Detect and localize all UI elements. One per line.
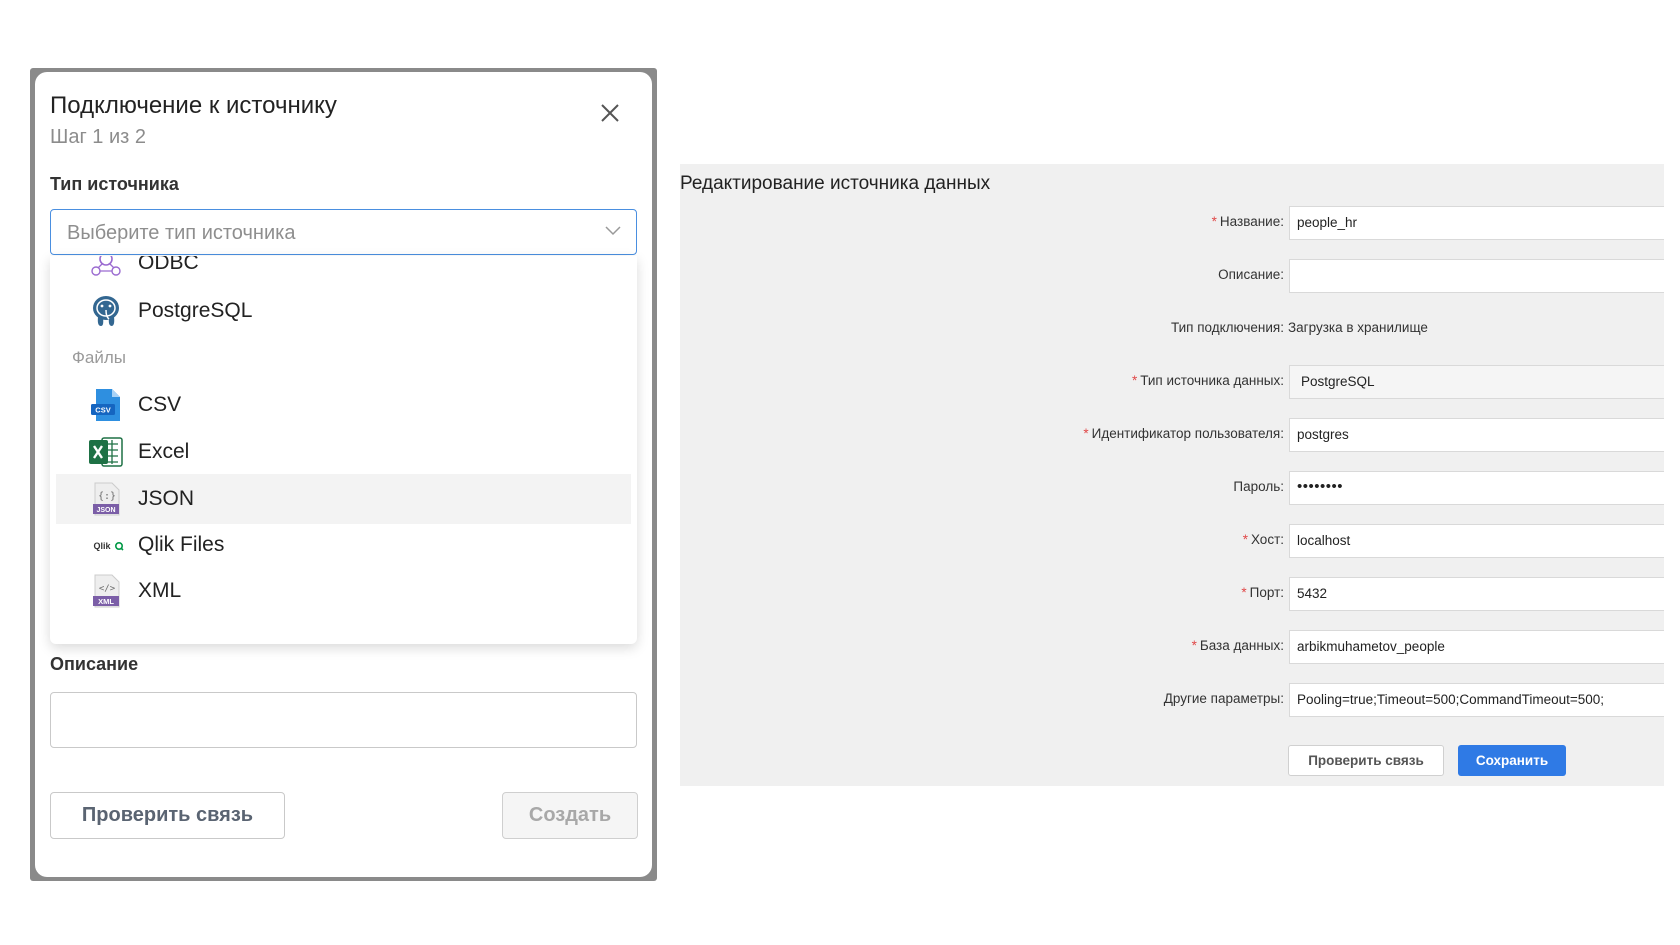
field-row-other-params: Другие параметры: Pooling=true;Timeout=5…	[680, 683, 1664, 717]
field-label: * Идентификатор пользователя:	[1083, 426, 1284, 441]
dropdown-item-odbc[interactable]: ODBC	[56, 256, 631, 288]
source-type-field[interactable]: PostgreSQL	[1289, 365, 1664, 399]
svg-text:Qlik: Qlik	[93, 541, 111, 551]
check-connection-button[interactable]: Проверить связь	[50, 792, 285, 839]
close-icon[interactable]	[595, 98, 625, 128]
dropdown-item-label: JSON	[138, 487, 195, 510]
field-row-database: * База данных: arbikmuhametov_people	[680, 630, 1664, 664]
field-label: * Тип источника данных:	[1131, 373, 1284, 388]
check-connection-button[interactable]: Проверить связь	[1288, 745, 1444, 776]
dropdown-item-label: XML	[138, 579, 182, 602]
dropdown-item-label: Qlik Files	[138, 533, 225, 556]
dialog-title: Подключение к источнику	[50, 92, 337, 119]
password-input[interactable]: ••••••••	[1289, 471, 1664, 505]
field-label: * Название:	[1211, 214, 1284, 229]
dropdown-item-csv[interactable]: CSV CSV	[56, 380, 631, 430]
create-button[interactable]: Создать	[502, 792, 638, 839]
json-file-icon: {:} JSON	[88, 481, 124, 517]
xml-file-icon: </> XML	[88, 573, 124, 609]
field-label: * Порт:	[1241, 585, 1284, 600]
field-label: * База данных:	[1191, 638, 1284, 653]
edit-datasource-panel: Редактирование источника данных * Названи…	[680, 164, 1664, 786]
field-row-user-id: * Идентификатор пользователя: postgres	[680, 418, 1664, 452]
field-label: * Хост:	[1242, 532, 1284, 547]
dropdown-item-json[interactable]: {:} JSON JSON	[56, 474, 631, 524]
dropdown-item-xml[interactable]: </> XML XML	[56, 566, 631, 616]
required-marker: *	[1131, 373, 1138, 388]
field-row-connection-type: Тип подключения: Загрузка в хранилище	[680, 312, 1664, 346]
user-id-input[interactable]: postgres	[1289, 418, 1664, 452]
field-row-port: * Порт: 5432	[680, 577, 1664, 611]
dropdown-item-excel[interactable]: Excel	[56, 427, 631, 477]
dropdown-item-label: CSV	[138, 393, 182, 416]
description-field[interactable]	[1289, 259, 1664, 293]
field-row-host: * Хост: localhost	[680, 524, 1664, 558]
chevron-down-icon	[604, 224, 622, 238]
postgresql-icon	[88, 293, 124, 329]
qlik-icon: Qlik	[88, 527, 124, 563]
svg-text:</>: </>	[99, 584, 116, 594]
svg-text:JSON: JSON	[96, 507, 115, 514]
other-params-input[interactable]: Pooling=true;Timeout=500;CommandTimeout=…	[1289, 683, 1664, 717]
svg-text:XML: XML	[98, 597, 114, 606]
field-label: Тип подключения:	[1170, 320, 1284, 335]
host-input[interactable]: localhost	[1289, 524, 1664, 558]
field-row-description: Описание:	[680, 259, 1664, 293]
connect-source-dialog: Подключение к источнику Шаг 1 из 2 Тип и…	[35, 72, 652, 877]
required-marker: *	[1241, 585, 1247, 600]
dropdown-item-label: ODBC	[138, 256, 199, 274]
field-label: Пароль:	[1233, 479, 1284, 494]
field-row-source-type: * Тип источника данных: PostgreSQL	[680, 365, 1664, 399]
field-row-name: * Название: people_hr	[680, 206, 1664, 240]
description-label: Описание	[50, 654, 139, 674]
dropdown-item-label: Excel	[138, 440, 190, 463]
dropdown-group-files: Файлы	[72, 348, 127, 367]
connection-type-value: Загрузка в хранилище	[1288, 320, 1428, 335]
odbc-icon	[88, 256, 124, 281]
dialog-frame: Подключение к источнику Шаг 1 из 2 Тип и…	[30, 68, 657, 881]
source-type-select[interactable]: Выберите тип источника	[50, 209, 637, 255]
port-input[interactable]: 5432	[1289, 577, 1664, 611]
source-type-placeholder: Выберите тип источника	[67, 222, 296, 244]
required-marker: *	[1211, 214, 1217, 229]
dropdown-item-label: PostgreSQL	[138, 299, 253, 322]
svg-text:CSV: CSV	[95, 406, 110, 415]
dialog-step: Шаг 1 из 2	[50, 126, 147, 148]
panel-title: Редактирование источника данных	[680, 173, 991, 194]
field-row-password: Пароль: ••••••••	[680, 471, 1664, 505]
required-marker: *	[1083, 426, 1089, 441]
name-input[interactable]: people_hr	[1289, 206, 1664, 240]
source-type-label: Тип источника	[50, 174, 179, 194]
required-marker: *	[1242, 532, 1248, 547]
description-input[interactable]	[50, 692, 637, 748]
dropdown-item-postgresql[interactable]: PostgreSQL	[56, 286, 631, 336]
csv-file-icon: CSV	[88, 387, 124, 423]
save-button[interactable]: Сохранить	[1458, 745, 1566, 776]
source-type-dropdown: ODBC PostgreSQL Файлы CSV CSV Excel {:} …	[50, 256, 637, 644]
database-input[interactable]: arbikmuhametov_people	[1289, 630, 1664, 664]
required-marker: *	[1191, 638, 1197, 653]
svg-text:{:}: {:}	[98, 491, 116, 502]
excel-file-icon	[88, 434, 124, 470]
dropdown-item-qlik-files[interactable]: Qlik Qlik Files	[56, 520, 631, 570]
field-label: Другие параметры:	[1163, 691, 1284, 706]
field-label: Описание:	[1218, 267, 1284, 282]
